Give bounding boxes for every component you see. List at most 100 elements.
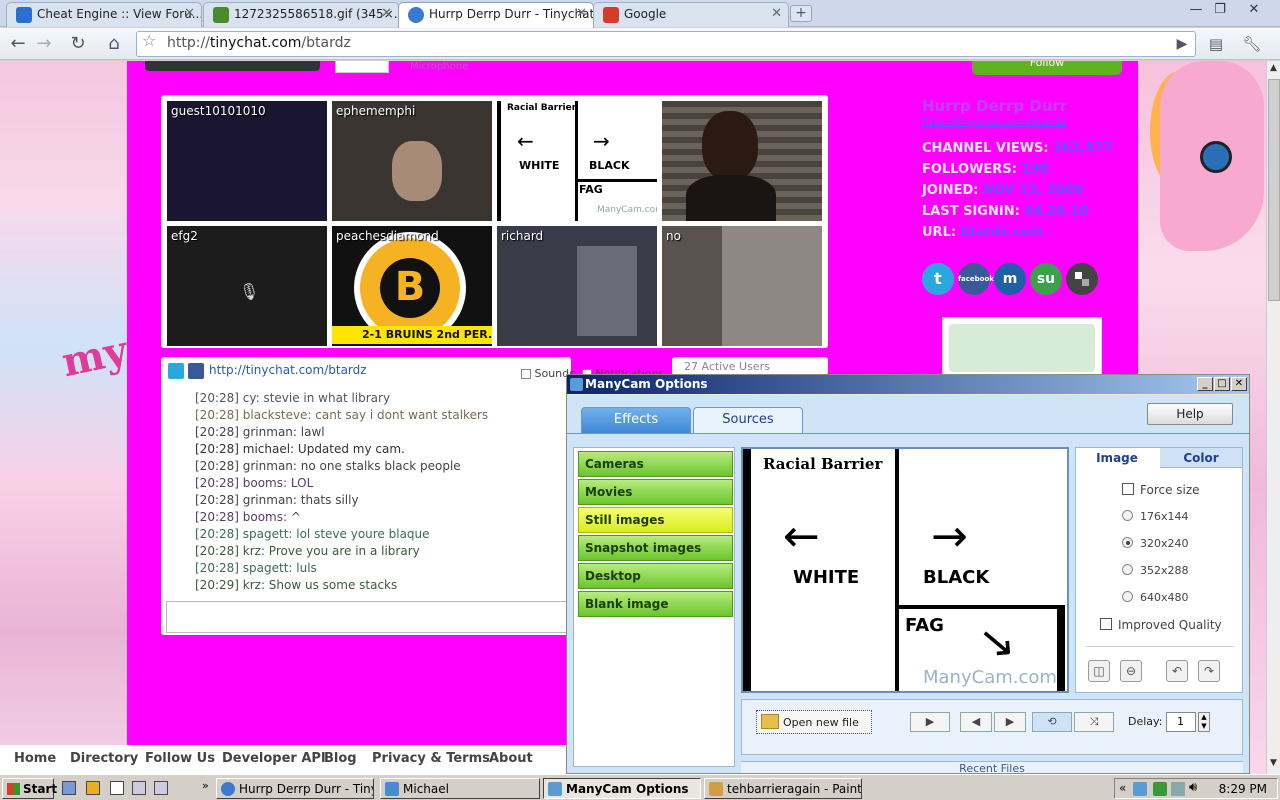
- delay-spinner[interactable]: 1: [1166, 712, 1196, 732]
- close-tab-icon[interactable]: ✕: [184, 6, 195, 21]
- forward-arrow-icon[interactable]: →: [32, 32, 56, 56]
- taskbar-button-browser[interactable]: Hurrp Derrp Durr - Tinyc...: [216, 778, 374, 799]
- browser-tab-gif[interactable]: 1272325586518.gif (345×... ✕: [203, 2, 399, 27]
- quicklaunch-icon[interactable]: [110, 781, 124, 795]
- size-radio-320[interactable]: [1122, 537, 1133, 548]
- size-radio-640[interactable]: [1122, 591, 1133, 602]
- footer-link-directory[interactable]: Directory: [70, 751, 138, 766]
- twitter-icon[interactable]: t: [922, 263, 954, 295]
- video-cell-no[interactable]: no: [662, 226, 822, 346]
- address-bar[interactable]: http://tinychat.com/btardz: [136, 31, 1196, 57]
- taskbar-button-paint[interactable]: tehbarrieragain - Paint: [704, 778, 862, 799]
- footer-link-home[interactable]: Home: [14, 751, 56, 766]
- channel-url-link[interactable]: btardz.com: [961, 225, 1044, 240]
- restore-icon[interactable]: ❐: [1208, 2, 1232, 20]
- show-desktop-icon[interactable]: [62, 781, 76, 795]
- flip-vertical-icon[interactable]: ⊖: [1120, 660, 1142, 682]
- help-button[interactable]: Help: [1147, 403, 1233, 425]
- play-icon[interactable]: ▶: [910, 712, 950, 732]
- video-cell-peachesdiamond[interactable]: B 2-1 BRUINS 2nd PER. peachesdiamond: [332, 226, 492, 346]
- quicklaunch-icon[interactable]: [86, 781, 100, 795]
- new-tab-button[interactable]: +: [790, 5, 812, 22]
- sounds-checkbox[interactable]: [521, 369, 531, 379]
- tab-image[interactable]: Image: [1076, 448, 1158, 468]
- loop-icon[interactable]: ⟲: [1032, 712, 1072, 732]
- shuffle-icon[interactable]: ⤨: [1074, 712, 1114, 732]
- delicious-icon[interactable]: [1066, 263, 1098, 295]
- close-tab-icon[interactable]: ✕: [771, 6, 782, 21]
- scroll-up-icon[interactable]: ▲: [1267, 63, 1280, 77]
- page-scrollbar[interactable]: ▲ ▼: [1266, 61, 1280, 774]
- twitter-small-icon[interactable]: [168, 363, 184, 379]
- source-cameras[interactable]: Cameras: [578, 451, 733, 477]
- close-window-icon[interactable]: ✕: [1242, 2, 1266, 20]
- follow-button[interactable]: Follow: [972, 61, 1122, 75]
- top-white-button[interactable]: [335, 61, 389, 73]
- tab-color[interactable]: Color: [1160, 448, 1242, 468]
- footer-link-privacy[interactable]: Privacy & Terms: [372, 751, 490, 766]
- reload-icon[interactable]: ↻: [66, 32, 90, 56]
- chat-input[interactable]: [166, 601, 571, 633]
- browser-tab-tinychat[interactable]: Hurrp Derrp Durr - Tinychat ✕: [398, 2, 594, 28]
- myspace-icon[interactable]: m: [994, 263, 1026, 295]
- quicklaunch-icon[interactable]: [132, 781, 146, 795]
- close-tab-icon[interactable]: ✕: [576, 6, 587, 21]
- open-new-file-button[interactable]: Open new file: [756, 710, 872, 734]
- taskbar-button-manycam[interactable]: ManyCam Options: [543, 778, 701, 799]
- bookmark-star-icon[interactable]: ☆: [142, 31, 156, 50]
- network-icon[interactable]: [1171, 782, 1185, 796]
- size-radio-176[interactable]: [1122, 510, 1133, 521]
- video-cell-guest[interactable]: guest10101010: [167, 101, 327, 221]
- scroll-down-icon[interactable]: ▼: [1267, 758, 1280, 772]
- close-tab-icon[interactable]: ✕: [381, 6, 392, 21]
- previous-icon[interactable]: ◀: [960, 712, 992, 732]
- volume-icon[interactable]: 🔊︎: [1189, 780, 1197, 795]
- video-cell-efg2[interactable]: efg2 🎙︎: [167, 226, 327, 346]
- page-menu-icon[interactable]: ▤: [1204, 32, 1228, 56]
- maximize-icon[interactable]: □: [1214, 377, 1230, 391]
- force-size-checkbox[interactable]: [1122, 483, 1134, 495]
- tray-expand-icon[interactable]: «: [1119, 781, 1126, 795]
- quicklaunch-chevron-icon[interactable]: »: [202, 779, 209, 792]
- facebook-small-icon[interactable]: [188, 363, 204, 379]
- close-window-icon[interactable]: ✕: [1231, 377, 1247, 391]
- chat-room-link[interactable]: http://tinychat.com/btardz: [209, 363, 367, 377]
- wrench-icon[interactable]: 🔧︎: [1240, 32, 1264, 56]
- footer-link-blog[interactable]: Blog: [324, 751, 357, 766]
- minimize-icon[interactable]: —: [1184, 2, 1208, 20]
- tab-effects[interactable]: Effects: [581, 407, 691, 433]
- go-play-icon[interactable]: ▶: [1170, 32, 1194, 56]
- minimize-icon[interactable]: _: [1197, 377, 1213, 391]
- browser-tab-google[interactable]: Google ✕: [593, 2, 789, 27]
- video-cell-ephememphi[interactable]: ephememphi: [332, 101, 492, 221]
- channel-link[interactable]: http://tinychat.com/btardz: [922, 115, 1132, 128]
- footer-link-follow-us[interactable]: Follow Us: [145, 751, 215, 766]
- rotate-right-icon[interactable]: ↷: [1198, 660, 1220, 682]
- footer-link-developer-api[interactable]: Developer API: [222, 751, 326, 766]
- source-blank-image[interactable]: Blank image: [578, 591, 733, 617]
- video-cell-user4[interactable]: [662, 101, 822, 221]
- source-still-images[interactable]: Still images: [578, 507, 733, 533]
- improved-quality-checkbox[interactable]: [1100, 618, 1112, 630]
- shield-icon[interactable]: [1153, 782, 1167, 796]
- scroll-thumb[interactable]: [1268, 79, 1280, 301]
- flip-horizontal-icon[interactable]: ◫: [1088, 660, 1110, 682]
- browser-tab-cheat-engine[interactable]: Cheat Engine :: View Foru... ✕: [6, 2, 202, 27]
- source-snapshot-images[interactable]: Snapshot images: [578, 535, 733, 561]
- taskbar-button-michael[interactable]: Michael: [380, 778, 540, 799]
- rotate-left-icon[interactable]: ↶: [1166, 660, 1188, 682]
- video-cell-racial-image[interactable]: Racial Barrier ← WHITE → BLACK FAG ManyC…: [497, 101, 657, 221]
- source-movies[interactable]: Movies: [578, 479, 733, 505]
- size-radio-352[interactable]: [1122, 564, 1133, 575]
- stumbleupon-icon[interactable]: su: [1030, 263, 1062, 295]
- video-cell-richard[interactable]: richard: [497, 226, 657, 346]
- start-button[interactable]: Start: [2, 778, 57, 799]
- quicklaunch-icon[interactable]: [154, 781, 168, 795]
- delay-stepper-icon[interactable]: ▲ ▼: [1198, 712, 1210, 732]
- manycam-tray-icon[interactable]: [1133, 782, 1147, 796]
- home-icon[interactable]: ⌂: [102, 32, 126, 56]
- tab-sources[interactable]: Sources: [693, 407, 803, 434]
- back-arrow-icon[interactable]: ←: [6, 32, 30, 56]
- manycam-title-bar[interactable]: ManyCam Options _ □ ✕: [567, 375, 1249, 394]
- footer-link-about[interactable]: About: [489, 751, 533, 766]
